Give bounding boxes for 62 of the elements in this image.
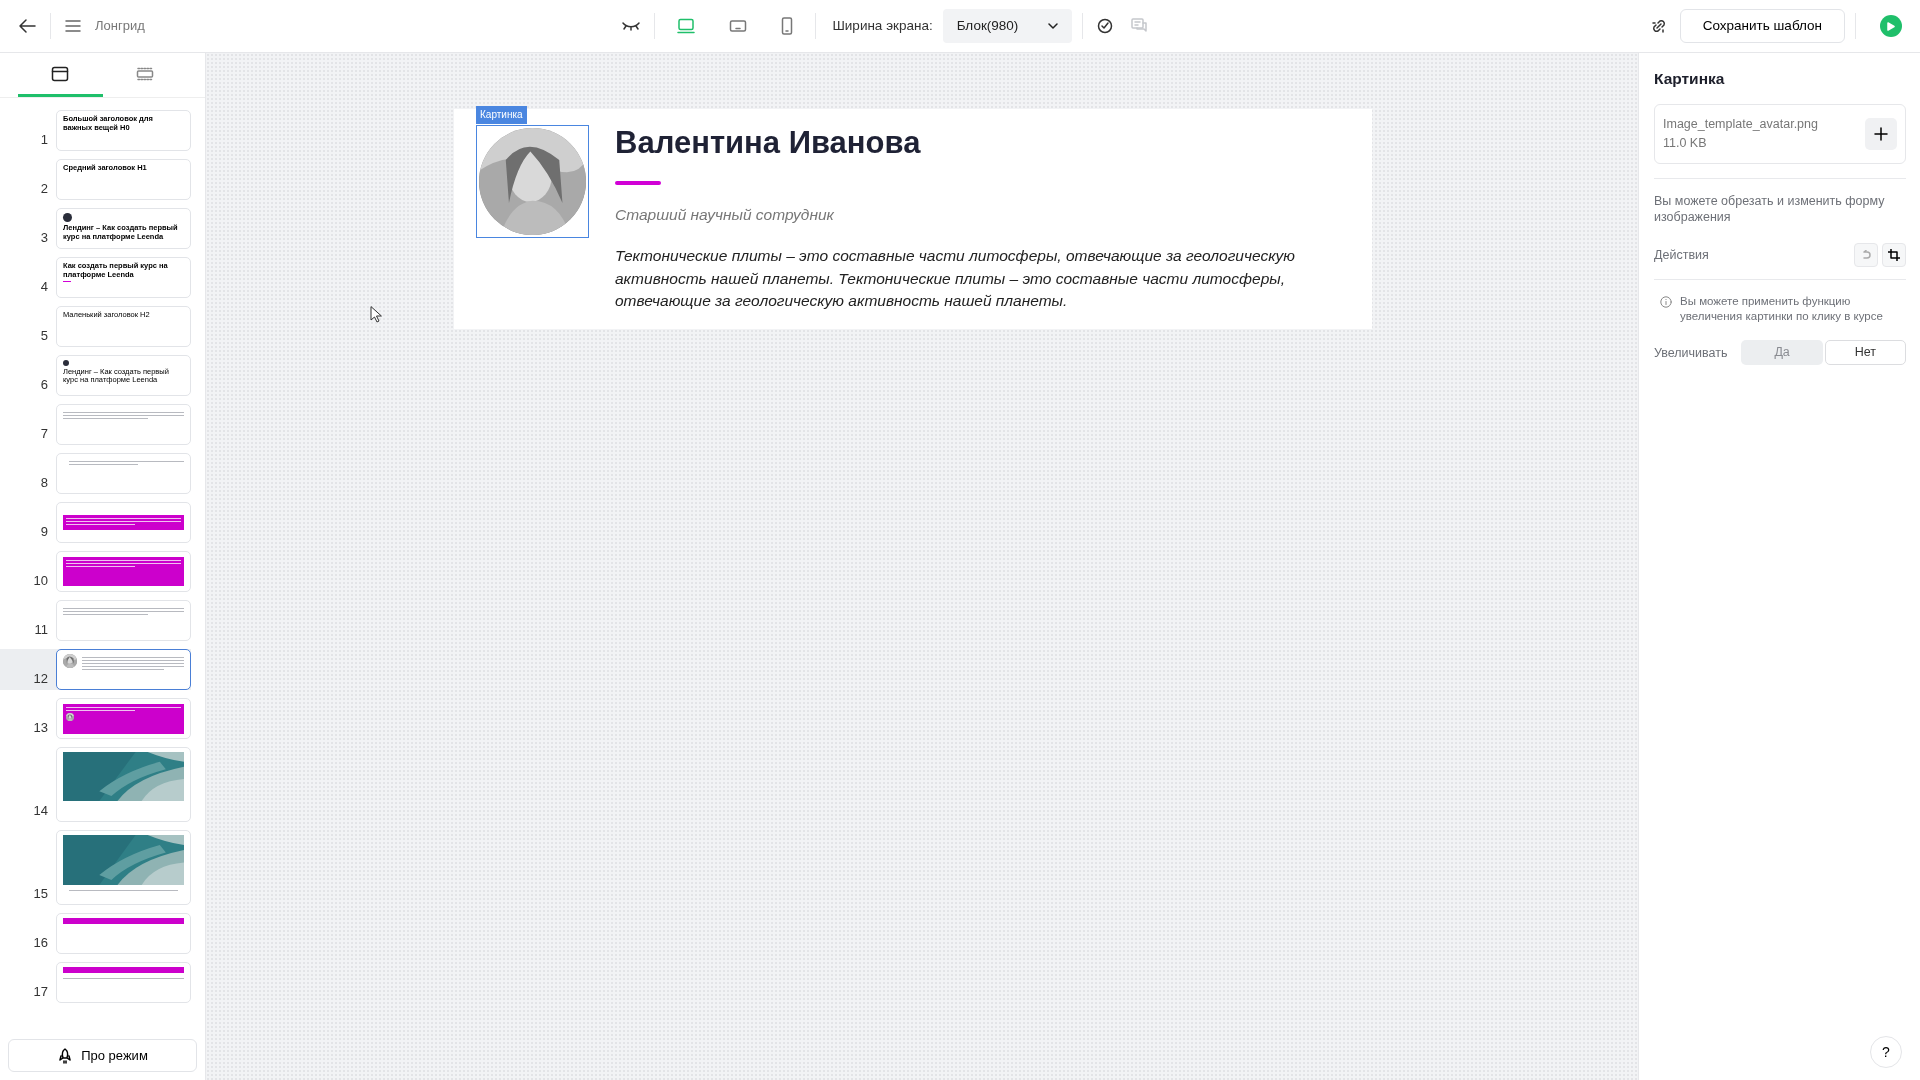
slide-number: 3	[39, 228, 48, 247]
actions-label: Действия	[1654, 247, 1709, 264]
phone-icon	[781, 17, 794, 35]
person-name: Валентина Иванова	[615, 124, 922, 162]
panel-title: Картинка	[1654, 69, 1726, 89]
person-description: Тектонические плиты – это составные части литосферы, отвечающие за геологическую активность нашей планеты. Тектонические плиты – это составные части литосферы, отвечающие за геологическую активность нашей планеты.	[615, 246, 1295, 312]
save-template-button[interactable]: Сохранить шаблон	[1679, 9, 1845, 43]
slide-number: 15	[32, 884, 48, 903]
zoom-label: Увеличивать	[1654, 344, 1728, 361]
slide-number: 2	[39, 179, 48, 198]
layout-icon	[51, 65, 70, 82]
slide-number: 12	[32, 669, 48, 688]
slide-number: 9	[39, 522, 48, 541]
rocket-icon	[57, 1047, 74, 1064]
zoom-option[interactable]: Нет	[1824, 340, 1906, 366]
avatar-icon	[63, 213, 72, 222]
person-position: Старший научный сотрудник	[615, 205, 835, 226]
crop-hint: Вы можете обрезать и изменить форму изображения	[1654, 192, 1886, 226]
screen-width-select[interactable]: Блок(980)	[942, 9, 1073, 43]
slide-number: 17	[32, 982, 48, 1001]
info-icon	[1660, 296, 1672, 309]
file-name: Image_template_avatar.png	[1663, 116, 1818, 134]
frame-icon	[135, 66, 154, 81]
add-button[interactable]	[1865, 118, 1897, 150]
slide-number: 7	[39, 424, 48, 443]
slide-number: 1	[39, 130, 48, 149]
crop-button[interactable]	[1882, 243, 1906, 268]
hide-icon	[622, 21, 641, 31]
play-icon	[1887, 21, 1895, 31]
desktop-icon	[677, 18, 696, 34]
slide-number: 6	[39, 375, 48, 394]
menu-icon	[65, 19, 81, 33]
play-button[interactable]	[1880, 15, 1902, 37]
check-icon	[1097, 18, 1114, 34]
link-icon	[1651, 19, 1666, 33]
avatar-icon	[63, 360, 69, 366]
slide-number: 8	[39, 473, 48, 492]
help-button[interactable]: ?	[1870, 1036, 1902, 1068]
accent-line	[63, 281, 71, 283]
undo-icon	[1861, 250, 1871, 261]
slide-thumbnail[interactable]	[56, 649, 191, 690]
crop-icon	[1888, 249, 1900, 262]
back-icon	[18, 18, 36, 34]
cursor-icon	[370, 306, 382, 323]
zoom-info: Вы можете применить функцию увеличения картинки по клику в курсе	[1680, 294, 1884, 325]
slide-number: 10	[32, 571, 48, 590]
slide-number: 13	[32, 718, 48, 737]
slide-number: 14	[32, 801, 48, 820]
slide-number: 16	[32, 933, 48, 952]
comments-icon	[1131, 18, 1148, 34]
caret-icon	[1048, 23, 1059, 29]
tablet-icon	[729, 19, 748, 33]
plus-icon	[1874, 127, 1888, 141]
file-size: 11.0 KB	[1663, 135, 1708, 152]
page-title: Лонгрид	[95, 17, 145, 36]
pro-mode-button[interactable]: Про режим	[8, 1039, 197, 1072]
slide-number: 4	[39, 277, 48, 296]
screen-width-label: Ширина экрана:	[832, 16, 933, 35]
image-tag: Картинка	[476, 106, 527, 124]
slide-number: 5	[39, 326, 48, 345]
accent-line	[615, 181, 661, 186]
slide-number: 11	[33, 620, 48, 639]
